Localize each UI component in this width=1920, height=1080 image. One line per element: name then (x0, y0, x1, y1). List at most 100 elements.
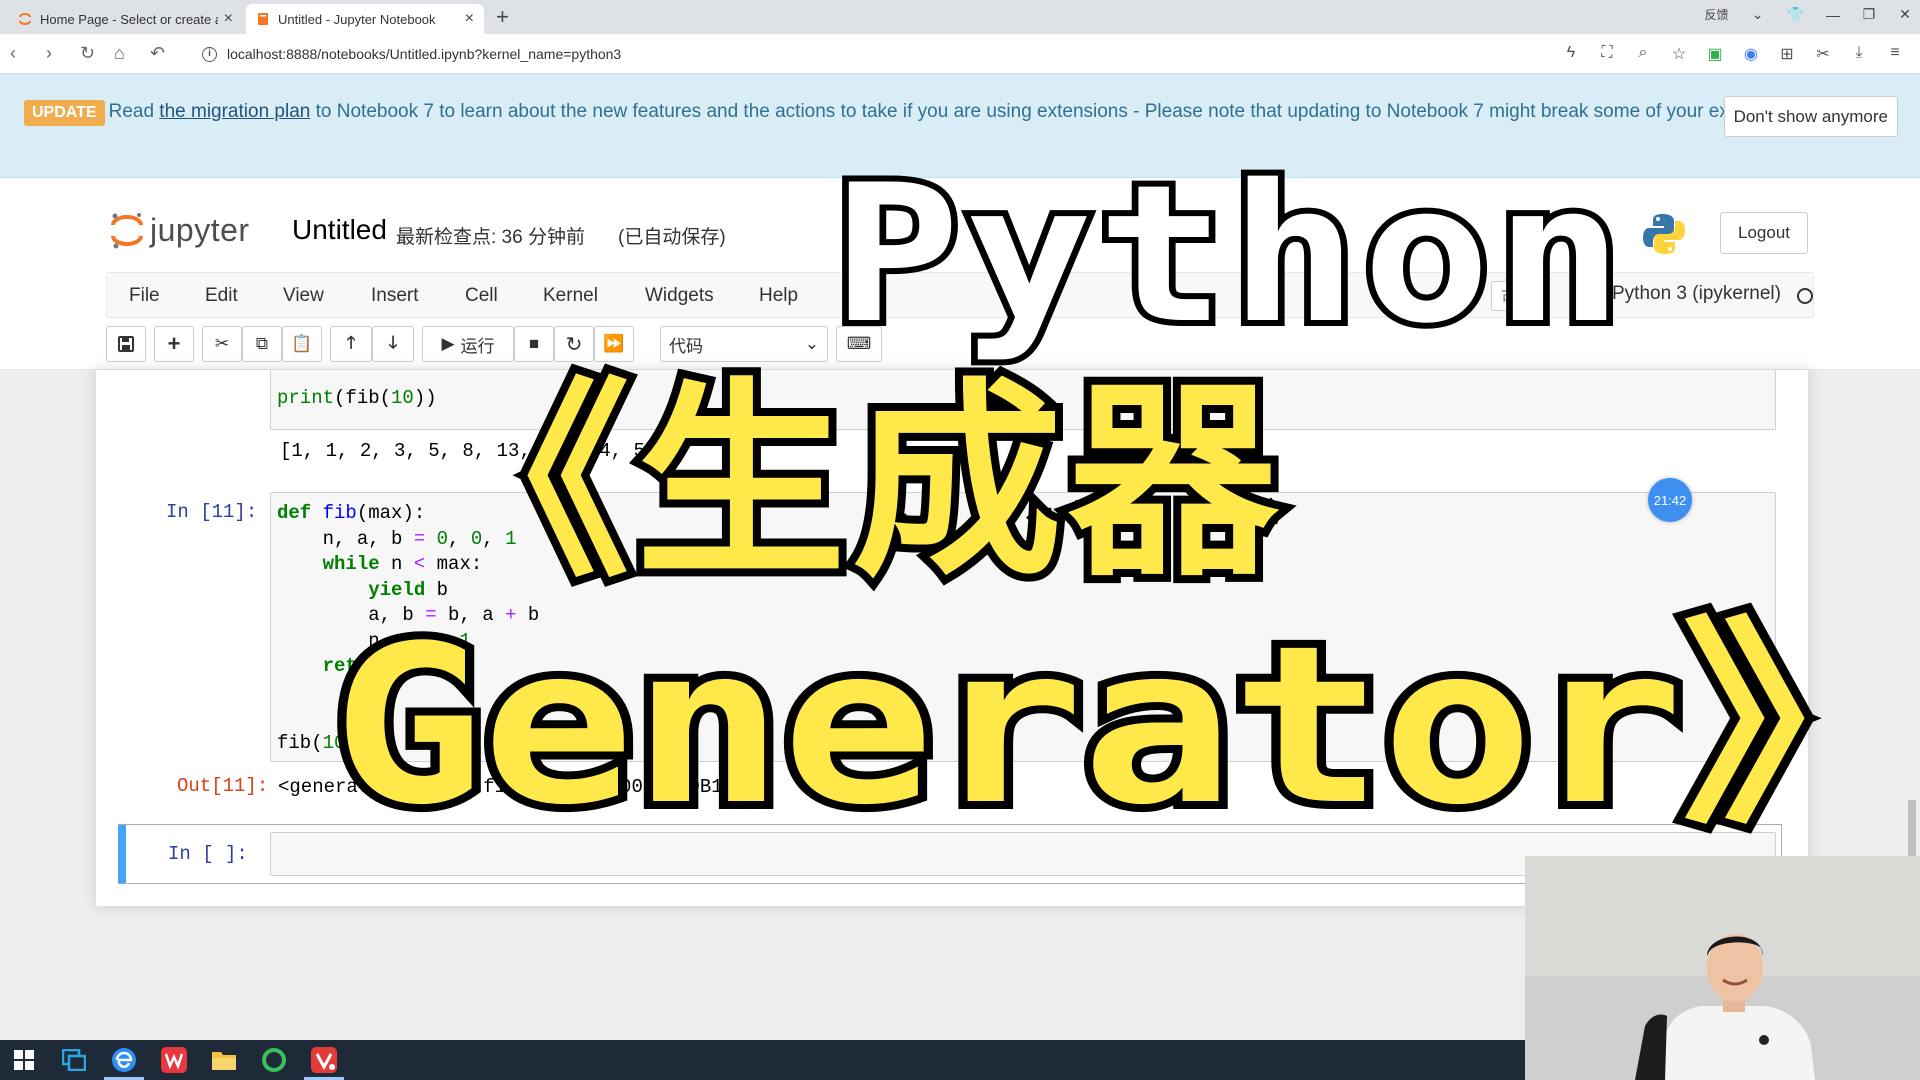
lightning-icon[interactable]: ϟ (1562, 44, 1580, 64)
cell-type-value: 代码 (669, 336, 703, 356)
home-icon[interactable]: ⌂ (114, 43, 125, 64)
cell-11-input-prompt: In [11]: (166, 501, 258, 523)
jupyter-logo-icon (111, 213, 143, 249)
move-up-button[interactable]: 🡑 (330, 326, 372, 362)
screenshot-icon[interactable]: ⛶ (1598, 44, 1616, 64)
dont-show-anymore-button[interactable]: Don't show anymore (1723, 96, 1898, 137)
copy-icon: ⧉ (255, 334, 269, 353)
menu-edit[interactable]: Edit (205, 285, 238, 307)
page-scrollbar[interactable] (1908, 800, 1916, 856)
update-badge: UPDATE (24, 100, 105, 126)
url-text: localhost:8888/notebooks/Untitled.ipynb?… (227, 46, 622, 62)
browser-taskbar-icon[interactable] (104, 1046, 144, 1080)
close-window-icon[interactable]: ✕ (1898, 6, 1912, 23)
run-label: 运行 (460, 336, 495, 356)
task-view-icon[interactable] (60, 1046, 88, 1074)
window-controls: 反馈 ⌄ 👕 — ❐ ✕ (1705, 6, 1912, 23)
restart-button[interactable]: ↻ (554, 326, 594, 362)
app-taskbar-icon[interactable] (260, 1046, 288, 1074)
scissors-icon[interactable]: ✂ (1814, 44, 1832, 64)
save-icon (118, 336, 134, 352)
cell-11-input[interactable]: def fib(max): n, a, b = 0, 0, 1 while n … (270, 492, 1776, 762)
menu-insert[interactable]: Insert (371, 285, 419, 307)
previous-cell-output: [1, 1, 2, 3, 5, 8, 13, 21, 34, 55] (280, 440, 668, 462)
folder-icon (212, 1052, 236, 1070)
info-icon[interactable]: i (202, 46, 217, 62)
logout-button[interactable]: Logout (1720, 212, 1808, 254)
chevron-down-icon: ⌄ (804, 334, 819, 353)
python-logo-icon (1643, 214, 1685, 254)
command-palette-button[interactable]: ⌨ (836, 326, 882, 362)
tab-untitled-notebook[interactable]: Untitled - Jupyter Notebook × (246, 4, 484, 34)
empty-cell-prompt: In [ ]: (168, 843, 248, 865)
menu-file[interactable]: File (129, 285, 160, 307)
reload-icon[interactable]: ↻ (80, 43, 95, 64)
video-editor-taskbar-icon[interactable] (304, 1046, 344, 1080)
forward-icon[interactable]: › (46, 43, 52, 64)
url-field[interactable]: i localhost:8888/notebooks/Untitled.ipyn… (196, 40, 1576, 68)
run-button[interactable]: ▶ 运行 (422, 326, 514, 362)
menu-icon[interactable]: ≡ (1886, 44, 1904, 64)
close-icon[interactable]: × (465, 10, 474, 28)
feedback-link[interactable]: 反馈 (1705, 6, 1729, 23)
cell-type-select[interactable]: 代码 ⌄ (660, 326, 828, 362)
undo-icon[interactable]: ↶ (150, 43, 165, 64)
update-banner: UPDATE Read the migration plan to Noteboo… (0, 74, 1920, 178)
autosave-status: (已自动保存) (618, 227, 726, 248)
zoom-icon[interactable]: ⌕ (1634, 44, 1652, 64)
arrow-up-icon: 🡑 (346, 332, 356, 352)
previous-cell-code: print(fib(10)) (277, 387, 437, 409)
download-icon[interactable]: ⤓ (1850, 44, 1868, 64)
interrupt-button[interactable]: ■ (514, 326, 554, 362)
extension-blue-icon[interactable]: ◉ (1742, 44, 1760, 64)
windows-logo-icon (14, 1050, 34, 1070)
address-bar-icons: ϟ ⛶ ⌕ ☆ ▣ ◉ ⊞ ✂ ⤓ ≡ (1562, 44, 1904, 64)
paste-button[interactable]: 📋 (282, 326, 322, 362)
tab-home-page[interactable]: Home Page - Select or create a notebook … (8, 4, 243, 34)
cell-11-output-prompt: Out[11]: (177, 775, 269, 797)
menu-widgets[interactable]: Widgets (645, 285, 714, 307)
menu-kernel[interactable]: Kernel (543, 285, 598, 307)
notebook-name[interactable]: Untitled (292, 214, 387, 246)
restart-icon: ↻ (565, 333, 583, 356)
menu-help[interactable]: Help (759, 285, 798, 307)
wps-taskbar-icon[interactable] (160, 1046, 188, 1074)
video-editor-icon (311, 1047, 337, 1073)
checkpoint-status: 最新检查点: 36 分钟前 (396, 227, 585, 248)
stop-icon: ■ (528, 334, 540, 353)
jupyter-logo[interactable]: jupyter (110, 210, 250, 250)
shirt-icon[interactable]: 👕 (1787, 6, 1804, 23)
restart-run-all-button[interactable]: ⏩ (594, 326, 634, 362)
minimize-icon[interactable]: — (1826, 7, 1840, 23)
play-icon: ▶ (441, 334, 455, 353)
insert-cell-button[interactable]: + (154, 326, 194, 362)
circular-app-icon (262, 1048, 286, 1072)
scissors-icon: ✂ (214, 334, 230, 353)
windows-start-icon[interactable] (10, 1046, 38, 1074)
restore-icon[interactable]: ❐ (1862, 6, 1876, 23)
kernel-name[interactable]: Python 3 (ipykernel) (1601, 283, 1781, 305)
menu-view[interactable]: View (283, 285, 324, 307)
timer-badge[interactable]: 21:42 (1648, 478, 1692, 522)
notebook-favicon-icon (258, 13, 268, 25)
move-down-button[interactable]: 🡓 (372, 326, 414, 362)
folder-taskbar-icon[interactable] (210, 1046, 238, 1074)
cell-11-output: <generator object fib at 0x000002C1B0B1C… (278, 776, 769, 798)
save-button[interactable] (106, 326, 146, 362)
close-icon[interactable]: × (224, 10, 233, 28)
cut-button[interactable]: ✂ (202, 326, 242, 362)
copy-button[interactable]: ⧉ (242, 326, 282, 362)
new-tab-icon[interactable]: + (496, 4, 509, 30)
extension-green-icon[interactable]: ▣ (1706, 44, 1724, 64)
apps-grid-icon[interactable]: ⊞ (1778, 44, 1796, 64)
migration-plan-link[interactable]: the migration plan (159, 101, 310, 122)
back-icon[interactable]: ‹ (10, 43, 16, 64)
jupyter-favicon-icon (19, 13, 31, 25)
kernel-idle-icon (1797, 288, 1813, 304)
menu-cell[interactable]: Cell (465, 285, 498, 307)
star-icon[interactable]: ☆ (1670, 44, 1688, 64)
previous-cell-input[interactable]: print(fib(10)) (270, 370, 1776, 430)
chevron-down-icon[interactable]: ⌄ (1751, 6, 1765, 23)
trusted-indicator[interactable]: 可信 (1491, 281, 1543, 311)
jupyter-logo-text: jupyter (150, 211, 250, 248)
